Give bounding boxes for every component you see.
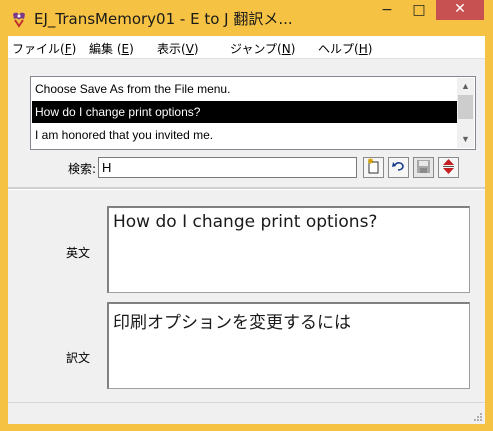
menu-jump[interactable]: ジャンプ(N)	[230, 40, 295, 57]
section-divider	[8, 187, 485, 190]
scroll-down-arrow-icon[interactable]: ▼	[457, 131, 474, 148]
up-down-arrows-icon	[443, 159, 454, 174]
search-input[interactable]	[98, 157, 357, 178]
app-window: EJ_TransMemory01 - E to J 翻訳メ... − □ ✕ フ…	[0, 0, 493, 431]
save-button[interactable]	[413, 157, 434, 178]
save-icon	[417, 160, 430, 173]
english-text-box[interactable]: How do I change print options?	[107, 206, 470, 293]
window-title: EJ_TransMemory01 - E to J 翻訳メ...	[34, 10, 293, 28]
scroll-up-arrow-icon[interactable]: ▲	[457, 78, 474, 95]
menu-help[interactable]: ヘルプ(H)	[318, 40, 372, 57]
maximize-button[interactable]: □	[404, 0, 434, 22]
search-label: 検索:	[68, 162, 97, 176]
list-item[interactable]: Choose Save As from the File menu.	[32, 78, 457, 100]
menu-bar: ファイル(F) 編集 (E) 表示(V) ジャンプ(N) ヘルプ(H)	[8, 36, 485, 59]
translation-text-box[interactable]: 印刷オプションを変更するには	[107, 302, 470, 389]
client-area: ファイル(F) 編集 (E) 表示(V) ジャンプ(N) ヘルプ(H) Choo…	[8, 36, 485, 424]
menu-view[interactable]: 表示(V)	[157, 40, 199, 57]
undo-button[interactable]	[388, 157, 409, 178]
status-bar	[8, 402, 485, 424]
list-item-selected[interactable]: How do I change print options?	[32, 101, 457, 123]
ej-dictionary-icon	[13, 12, 25, 28]
new-entry-icon	[368, 158, 379, 174]
menu-edit[interactable]: 編集 (E)	[89, 40, 134, 57]
new-entry-button[interactable]	[363, 157, 384, 178]
resize-grip-icon[interactable]	[473, 412, 483, 422]
scroll-thumb[interactable]	[458, 95, 473, 119]
menu-file[interactable]: ファイル(F)	[12, 40, 76, 57]
list-item[interactable]: I am honored that you invited me.	[32, 124, 457, 146]
close-button[interactable]: ✕	[436, 0, 484, 20]
list-scrollbar[interactable]: ▲ ▼	[457, 78, 474, 148]
translation-label: 訳文	[66, 351, 91, 365]
english-label: 英文	[66, 246, 91, 260]
title-bar[interactable]: EJ_TransMemory01 - E to J 翻訳メ... − □ ✕	[0, 0, 493, 36]
undo-icon	[392, 162, 404, 171]
minimize-button[interactable]: −	[372, 0, 402, 22]
sentence-list[interactable]: Choose Save As from the File menu. How d…	[30, 76, 476, 150]
move-up-down-button[interactable]	[438, 157, 459, 178]
